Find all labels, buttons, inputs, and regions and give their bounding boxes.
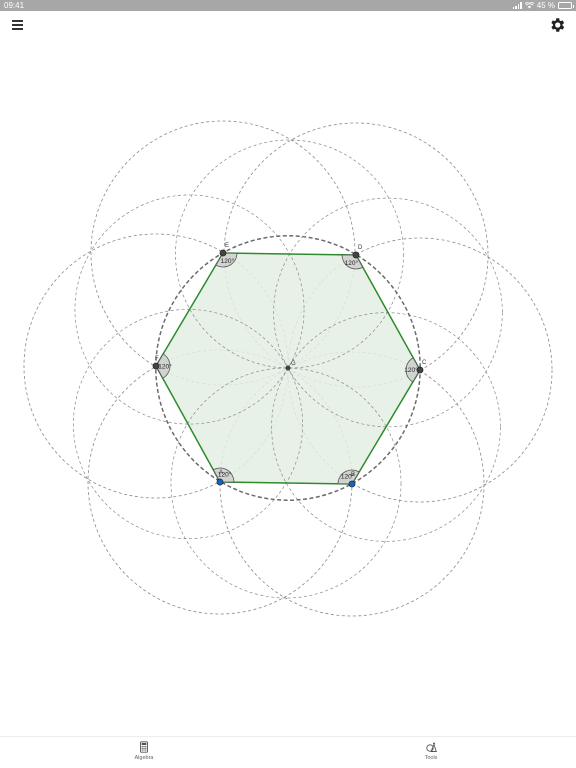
geometry-canvas[interactable]: 120° 120° 120° 120° 120° 120° G A B C D E F: [0, 11, 576, 736]
calculator-icon: [140, 741, 148, 753]
point-label-c: C: [422, 360, 427, 366]
point-label-f: F: [155, 356, 159, 362]
status-bar: 09:41 45 %: [0, 0, 576, 11]
tools-icon: [426, 742, 437, 752]
bottom-navigation: Algebra Tools: [0, 736, 576, 768]
point-a[interactable]: [216, 478, 224, 486]
cellular-signal-icon: [512, 2, 522, 9]
point-label-e: E: [225, 243, 229, 249]
point-f[interactable]: [152, 362, 160, 370]
construction-drawing[interactable]: 120° 120°120°120°120°120° GA BCDEF: [0, 11, 576, 736]
angle-label-c: 120°: [404, 366, 418, 374]
battery-icon: [558, 2, 574, 9]
angle-label-f: 120°: [158, 362, 172, 370]
wifi-icon: [524, 2, 534, 9]
center-point[interactable]: [285, 365, 291, 371]
angle-label-e: 120°: [221, 257, 235, 265]
point-e[interactable]: [219, 249, 227, 257]
tab-tools-label: Tools: [424, 755, 438, 761]
point-c[interactable]: [416, 366, 424, 374]
point-b[interactable]: [348, 480, 356, 488]
tab-algebra-label: Algebra: [134, 755, 154, 761]
battery-percentage: 45 %: [536, 1, 555, 10]
point-label-a: A: [219, 470, 223, 476]
center-point-label: G: [291, 361, 296, 367]
status-time: 09:41: [4, 1, 25, 10]
point-label-d: D: [358, 245, 363, 251]
tab-algebra[interactable]: Algebra: [114, 741, 174, 761]
point-label-b: B: [351, 472, 355, 478]
point-d[interactable]: [352, 251, 360, 259]
angle-label-d: 120°: [345, 259, 359, 267]
tab-tools[interactable]: Tools: [401, 741, 461, 761]
status-indicators: 45 %: [512, 0, 574, 11]
